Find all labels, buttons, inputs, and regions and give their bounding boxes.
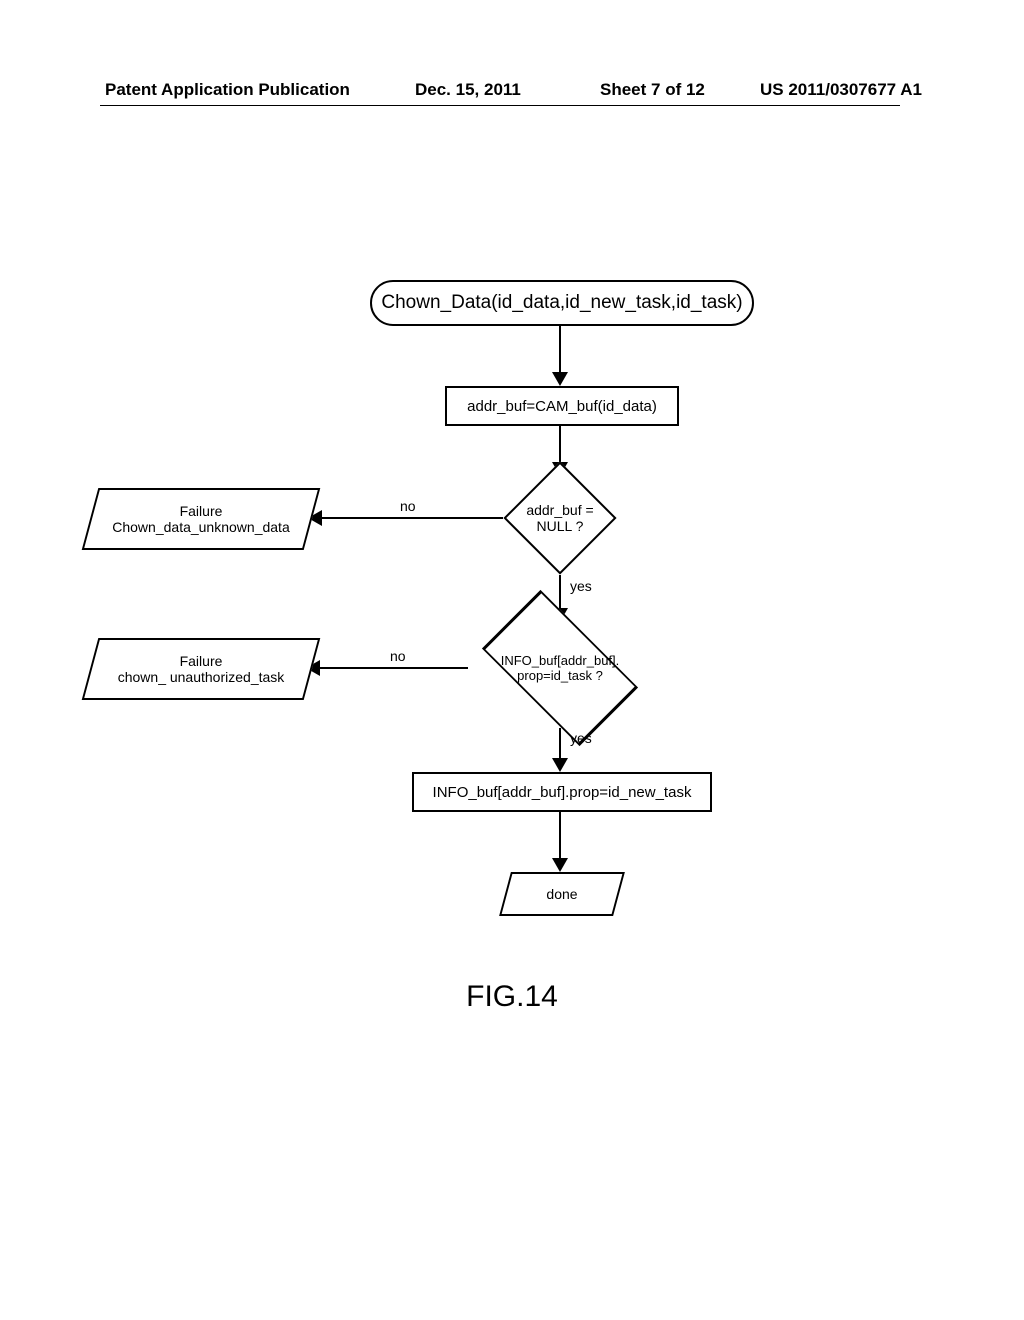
decision-null-text: addr_buf = NULL ? xyxy=(526,502,593,534)
failure1-l1: Failure xyxy=(180,503,223,519)
edge xyxy=(559,324,561,374)
process-lookup-text: addr_buf=CAM_buf(id_data) xyxy=(467,398,657,415)
process-assign: INFO_buf[addr_buf].prop=id_new_task xyxy=(412,772,712,812)
d2-line1: INFO_buf[addr_buf]. xyxy=(501,653,620,668)
d2-line2: prop=id_task ? xyxy=(517,668,603,683)
header-sheet: Sheet 7 of 12 xyxy=(600,80,705,100)
edge xyxy=(559,810,561,860)
done-node: done xyxy=(499,872,625,916)
label-yes2: yes xyxy=(570,730,592,746)
label-yes: yes xyxy=(570,578,592,594)
header-pubnum: US 2011/0307677 A1 xyxy=(760,80,922,100)
decision-owner-text: INFO_buf[addr_buf]. prop=id_task ? xyxy=(501,653,620,683)
d1-line2: NULL ? xyxy=(537,518,584,534)
edge xyxy=(559,424,561,464)
process-lookup: addr_buf=CAM_buf(id_data) xyxy=(445,386,679,426)
arrowhead-down-icon xyxy=(552,372,568,386)
start-text: Chown_Data(id_data,id_new_task,id_task) xyxy=(381,292,742,314)
edge xyxy=(559,728,561,760)
arrowhead-down-icon xyxy=(552,858,568,872)
process-assign-text: INFO_buf[addr_buf].prop=id_new_task xyxy=(433,784,692,801)
edge xyxy=(320,517,503,519)
edge xyxy=(559,575,561,610)
decision-owner: INFO_buf[addr_buf]. prop=id_task ? xyxy=(514,622,606,714)
d1-line1: addr_buf = xyxy=(526,502,593,518)
edge xyxy=(318,667,468,669)
header-rule xyxy=(100,105,900,106)
decision-null: addr_buf = NULL ? xyxy=(520,478,600,558)
failure2-l1: Failure xyxy=(180,653,223,669)
header-date: Dec. 15, 2011 xyxy=(415,80,521,100)
failure-unauthorized-task: Failure chown_ unauthorized_task xyxy=(82,638,321,700)
header-publication: Patent Application Publication xyxy=(105,80,350,100)
figure-caption: FIG.14 xyxy=(0,980,1024,1014)
done-text: done xyxy=(546,886,577,902)
label-no2: no xyxy=(390,648,406,664)
failure1-l2: Chown_data_unknown_data xyxy=(112,519,289,535)
failure2-l2: chown_ unauthorized_task xyxy=(118,669,285,685)
failure-unknown-data: Failure Chown_data_unknown_data xyxy=(82,488,321,550)
start-node: Chown_Data(id_data,id_new_task,id_task) xyxy=(370,280,754,326)
label-no: no xyxy=(400,498,416,514)
arrowhead-down-icon xyxy=(552,758,568,772)
